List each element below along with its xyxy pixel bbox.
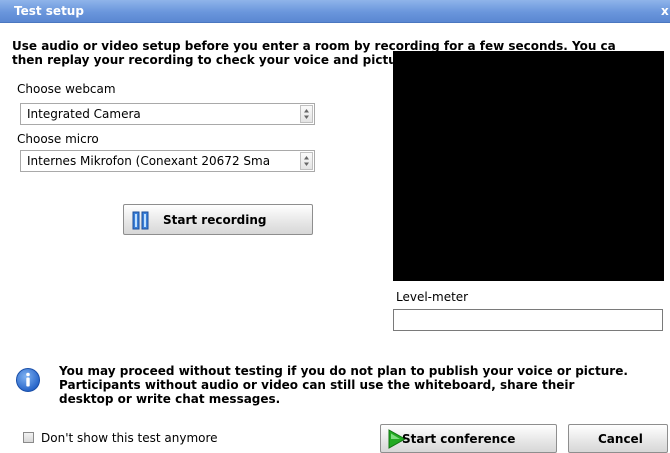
level-meter-label: Level-meter (396, 290, 469, 304)
cancel-label: Cancel (598, 432, 643, 446)
micro-label: Choose micro (17, 132, 99, 146)
webcam-label: Choose webcam (17, 82, 116, 96)
webcam-select[interactable]: Integrated Camera (20, 103, 315, 125)
info-message: You may proceed without testing if you d… (59, 364, 628, 406)
info-line-2: Participants without audio or video can … (59, 378, 575, 392)
start-conference-button[interactable]: Start conference (380, 424, 557, 453)
intro-line-2: then replay your recording to check your… (12, 53, 416, 67)
webcam-select-value: Integrated Camera (27, 107, 141, 121)
micro-select[interactable]: Internes Mikrofon (Conexant 20672 Sma (20, 150, 315, 172)
stepper-arrows-icon (304, 156, 309, 166)
info-line-3: desktop or write chat messages. (59, 392, 281, 406)
close-button[interactable]: x (661, 2, 669, 20)
window-title: Test setup (14, 4, 84, 18)
record-icon (132, 211, 149, 230)
video-preview (393, 51, 664, 281)
dont-show-checkbox[interactable] (23, 432, 34, 443)
level-meter (393, 309, 663, 331)
title-bar: Test setup x (0, 0, 670, 23)
start-recording-label: Start recording (163, 213, 267, 227)
start-conference-label: Start conference (402, 432, 516, 446)
micro-stepper[interactable] (300, 152, 313, 170)
stepper-arrows-icon (304, 109, 309, 119)
cancel-button[interactable]: Cancel (568, 424, 668, 453)
info-icon (16, 368, 40, 392)
start-recording-button[interactable]: Start recording (123, 204, 313, 235)
dont-show-label: Don't show this test anymore (41, 431, 218, 445)
micro-select-value: Internes Mikrofon (Conexant 20672 Sma (27, 154, 271, 168)
info-line-1: You may proceed without testing if you d… (59, 364, 628, 378)
webcam-stepper[interactable] (300, 105, 313, 123)
